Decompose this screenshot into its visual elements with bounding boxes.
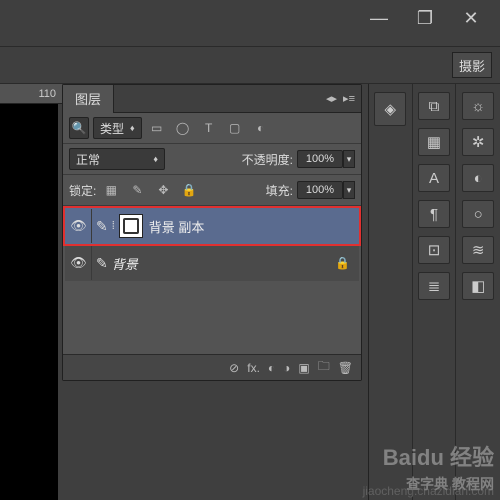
workspace-preset-label: 摄影	[459, 56, 485, 75]
swatches-icon[interactable]: ▦	[418, 128, 450, 156]
paragraph-icon[interactable]: ¶	[418, 200, 450, 228]
fill-stepper[interactable]: ▾	[343, 181, 355, 199]
visibility-toggle[interactable]: 👁	[66, 246, 92, 280]
group-icon[interactable]: ▣	[298, 361, 309, 375]
opacity-stepper[interactable]: ▾	[343, 150, 355, 168]
ruler-mark: 110	[38, 88, 56, 100]
new-layer-icon[interactable]: 🗀	[318, 357, 330, 378]
filter-pixel-icon[interactable]: ▭	[146, 117, 168, 139]
filter-smart-icon[interactable]: ◐	[250, 117, 272, 139]
maximize-button[interactable]: ❐	[406, 3, 444, 33]
lock-all-icon[interactable]: 🔒	[178, 179, 200, 201]
filter-adjust-icon[interactable]: ◯	[172, 117, 194, 139]
history-icon[interactable]: ⧉	[418, 92, 450, 120]
layer-name[interactable]: 背景 副本	[149, 217, 205, 236]
lock-transparent-icon[interactable]: ▦	[100, 179, 122, 201]
layers-list: 👁 ✎ ⁞ 背景 副本 👁 ✎ 背景 🔒	[63, 206, 361, 284]
trash-icon[interactable]: 🗑	[338, 361, 353, 375]
opacity-input[interactable]: 100%	[297, 150, 343, 168]
opacity-label: 不透明度:	[242, 151, 293, 168]
layer-mask-icon[interactable]: ◐	[268, 361, 275, 375]
minimize-button[interactable]: —	[360, 3, 398, 33]
gear-icon[interactable]: ✲	[462, 128, 494, 156]
list-icon[interactable]: ≣	[418, 272, 450, 300]
circle-icon[interactable]: ○	[462, 200, 494, 228]
layer-row[interactable]: 👁 ✎ ⁞ 背景 副本	[65, 208, 359, 244]
lock-paint-icon[interactable]: ✎	[126, 179, 148, 201]
brush-icon: ✎	[96, 255, 108, 272]
panel-menu-icon[interactable]: ▸≡	[343, 92, 355, 105]
lock-icon: 🔒	[335, 256, 350, 270]
layer-row[interactable]: 👁 ✎ 背景 🔒	[65, 245, 359, 281]
link-icon: ⁞	[112, 220, 115, 232]
tab-layers[interactable]: 图层	[63, 85, 114, 113]
chevron-down-icon: ♦	[130, 123, 135, 133]
layer-filter-type-label: 类型	[100, 120, 124, 137]
adjustment-layer-icon[interactable]: ◑	[283, 361, 290, 375]
layers-stack-icon[interactable]: ◈	[374, 92, 406, 126]
text-icon[interactable]: A	[418, 164, 450, 192]
chevron-down-icon: ♦	[153, 154, 158, 164]
layer-name[interactable]: 背景	[112, 254, 138, 273]
info-icon[interactable]: ⊡	[418, 236, 450, 264]
panel-collapse-icon[interactable]: ◂▸	[326, 92, 337, 105]
layer-filter-search[interactable]: 🔍	[69, 117, 89, 139]
fill-input[interactable]: 100%	[297, 181, 343, 199]
lock-move-icon[interactable]: ✥	[152, 179, 174, 201]
layer-filter-type-dropdown[interactable]: 类型 ♦	[93, 117, 142, 139]
lock-label: 锁定:	[69, 182, 96, 199]
close-button[interactable]: ✕	[452, 3, 490, 33]
link-layers-icon[interactable]: ⊘	[229, 361, 239, 375]
blend-mode-dropdown[interactable]: 正常 ♦	[69, 148, 165, 170]
fill-label: 填充:	[266, 182, 293, 199]
layer-mask-thumb[interactable]	[119, 214, 143, 238]
visibility-toggle[interactable]: 👁	[66, 209, 92, 243]
adjust-icon[interactable]: ◐	[462, 164, 494, 192]
layer-fx-icon[interactable]: fx.	[247, 361, 260, 375]
workspace-preset-dropdown[interactable]: 摄影	[452, 52, 492, 78]
layers-empty-area[interactable]	[63, 284, 361, 354]
sun-icon[interactable]: ☼	[462, 92, 494, 120]
watermark-url: jiaocheng.chazidian.com	[363, 484, 494, 498]
layers-panel: 图层 ◂▸ ▸≡ 🔍 类型 ♦ ▭ ◯ T ▢ ◐ 正常 ♦	[62, 84, 362, 381]
brush-icon: ✎	[96, 218, 108, 235]
ruler-horizontal: 110	[0, 84, 62, 104]
sliders-icon[interactable]: ≋	[462, 236, 494, 264]
canvas-area[interactable]	[0, 104, 58, 500]
filter-shape-icon[interactable]: ▢	[224, 117, 246, 139]
right-dock: ◈ ⧉ ▦ A ¶ ⊡ ≣ ☼ ✲ ◐ ○ ≋ ◧	[368, 84, 500, 500]
square-icon[interactable]: ◧	[462, 272, 494, 300]
panel-footer: ⊘ fx. ◐ ◑ ▣ 🗀 🗑	[63, 354, 361, 380]
blend-mode-value: 正常	[76, 151, 100, 168]
filter-text-icon[interactable]: T	[198, 117, 220, 139]
